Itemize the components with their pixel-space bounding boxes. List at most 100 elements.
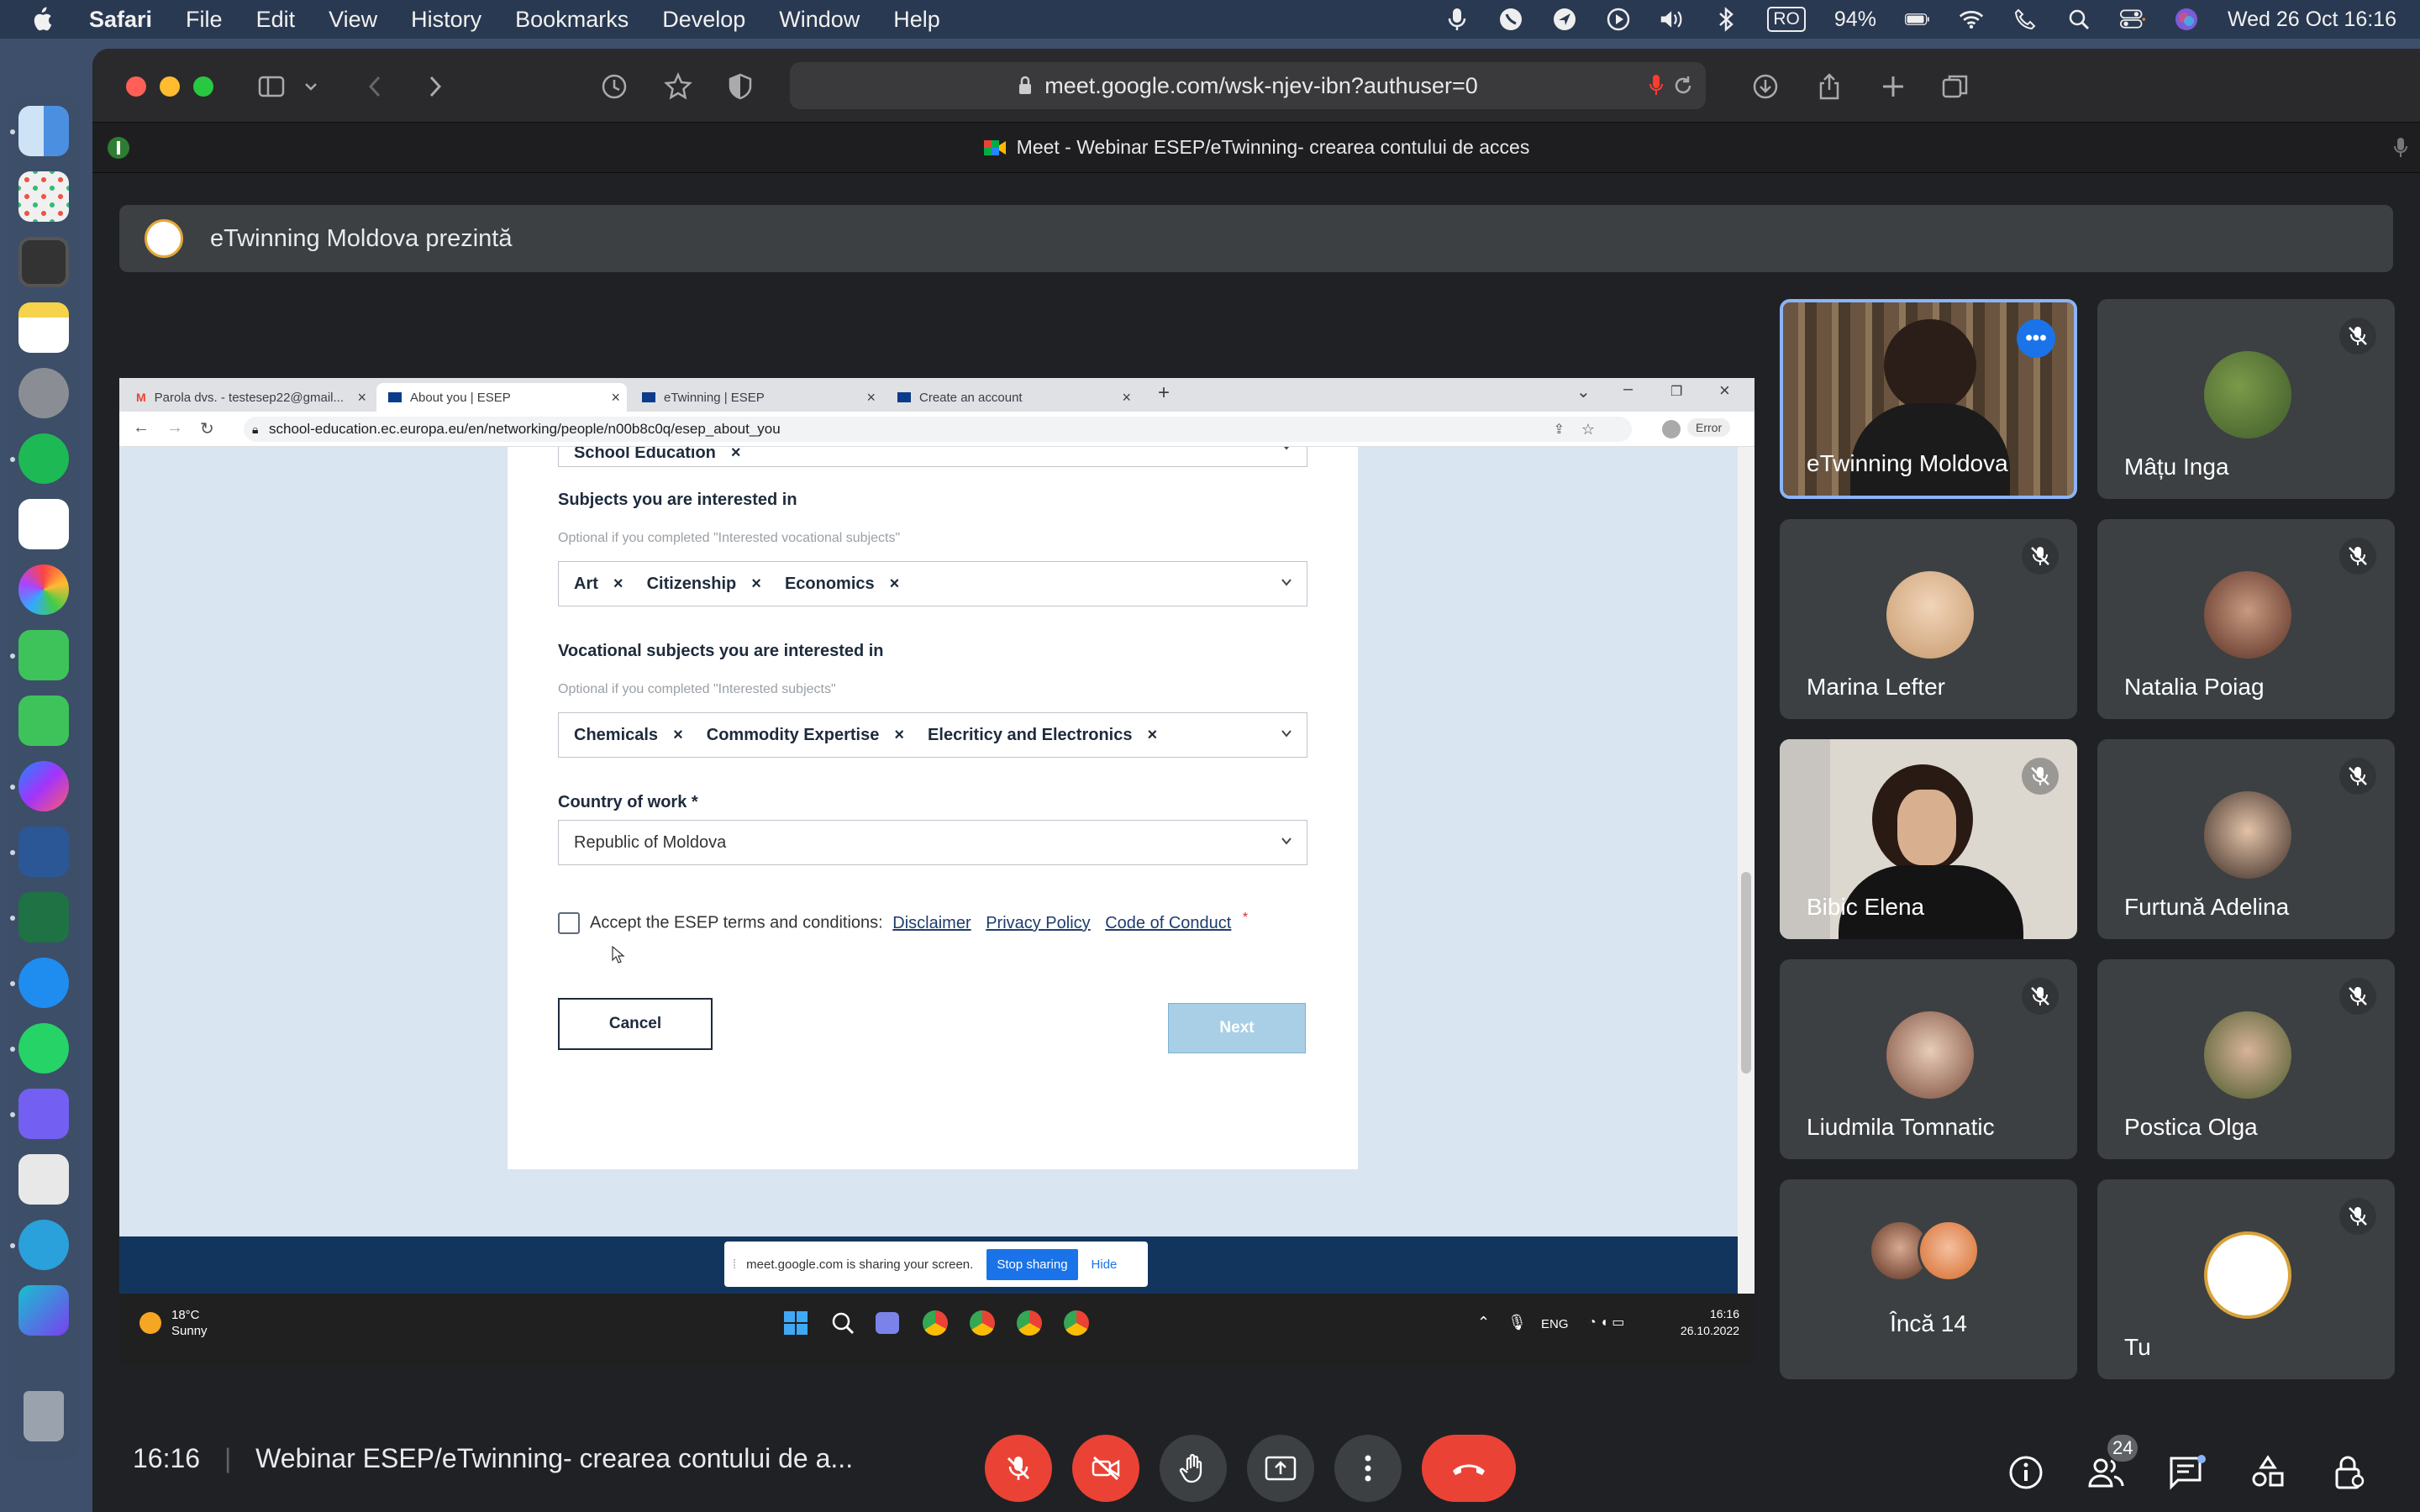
chip-remove-icon[interactable]: × xyxy=(751,575,761,593)
tab-search-chevron-icon[interactable]: ⌄ xyxy=(1576,381,1591,402)
page-scrollbar[interactable] xyxy=(1738,447,1754,1294)
spotify-icon[interactable] xyxy=(18,433,69,484)
chrome-tab-create-account[interactable]: Create an account × xyxy=(886,383,1138,412)
chat-button[interactable] xyxy=(2168,1453,2207,1492)
menu-develop[interactable]: Develop xyxy=(662,7,745,33)
chrome-close-icon[interactable]: × xyxy=(1719,380,1730,402)
bookmark-star-icon[interactable] xyxy=(664,72,692,101)
menu-file[interactable]: File xyxy=(186,7,223,33)
education-field[interactable]: School Education × xyxy=(558,447,1307,467)
stop-sharing-button[interactable]: Stop sharing xyxy=(986,1248,1078,1280)
profile-avatar[interactable] xyxy=(1662,420,1681,438)
volume-icon[interactable] xyxy=(1660,7,1685,32)
chrome-tab-gmail[interactable]: M Parola dvs. - testesep22@gmail... × xyxy=(124,383,373,412)
close-window-button[interactable] xyxy=(126,76,146,97)
clock-datetime[interactable]: Wed 26 Oct 16:16 xyxy=(2228,8,2396,32)
safari-icon[interactable] xyxy=(18,958,69,1008)
cancel-button[interactable]: Cancel xyxy=(558,998,713,1050)
wifi-icon[interactable] xyxy=(1959,7,1984,32)
launchpad-icon[interactable] xyxy=(18,171,69,222)
printer-icon[interactable] xyxy=(18,1154,69,1205)
taskbar-search-icon[interactable] xyxy=(830,1310,855,1336)
chip-remove-icon[interactable]: × xyxy=(673,726,683,744)
play-circle-icon[interactable] xyxy=(1606,7,1631,32)
close-tab-icon[interactable]: × xyxy=(866,389,876,407)
chrome-tab-etwinning[interactable]: eTwinning | ESEP × xyxy=(630,383,882,412)
host-controls-button[interactable] xyxy=(2329,1453,2368,1492)
chrome-url-field[interactable]: 🔒︎ school-education.ec.europa.eu/en/netw… xyxy=(244,417,1632,442)
chip-remove-icon[interactable]: × xyxy=(894,726,904,744)
messages-icon[interactable] xyxy=(18,630,69,680)
chevron-down-icon[interactable] xyxy=(1280,727,1293,740)
chip-remove-icon[interactable]: × xyxy=(1147,726,1157,744)
siri-icon[interactable] xyxy=(2174,7,2199,32)
leave-call-button[interactable] xyxy=(1422,1435,1516,1502)
chrome-reload-icon[interactable]: ↻ xyxy=(200,418,214,439)
tray-language[interactable]: ENG xyxy=(1541,1317,1569,1331)
chrome-taskbar-icon[interactable] xyxy=(970,1310,995,1336)
menu-bookmarks[interactable]: Bookmarks xyxy=(515,7,629,33)
chevron-down-icon[interactable] xyxy=(1280,447,1293,453)
privacy-policy-link[interactable]: Privacy Policy xyxy=(986,914,1090,932)
privacy-shield-icon[interactable] xyxy=(726,72,755,101)
control-center-icon[interactable] xyxy=(2119,7,2145,32)
menu-edit[interactable]: Edit xyxy=(256,7,296,33)
extension-icon[interactable] xyxy=(106,135,131,160)
more-options-icon[interactable]: ••• xyxy=(2017,319,2055,358)
chevron-down-icon[interactable] xyxy=(1280,834,1293,848)
tray-mic-icon[interactable]: 🎙︎ xyxy=(1507,1314,1527,1331)
photos-icon[interactable] xyxy=(18,564,69,615)
close-tab-icon[interactable]: × xyxy=(1122,389,1131,407)
windows-start-icon[interactable] xyxy=(783,1310,808,1336)
hide-notice-button[interactable]: Hide xyxy=(1092,1257,1118,1272)
excel-icon[interactable] xyxy=(18,892,69,942)
participant-tile-self[interactable]: Tu xyxy=(2097,1179,2395,1379)
apple-logo-icon[interactable] xyxy=(30,7,52,32)
toggle-camera-button[interactable] xyxy=(1072,1435,1139,1502)
taskbar-clock[interactable]: 16:16 26.10.2022 xyxy=(1672,1305,1739,1339)
sun-weather-icon[interactable] xyxy=(139,1312,161,1334)
drag-handle-icon[interactable]: ⁞ xyxy=(733,1257,736,1272)
scrollbar-thumb[interactable] xyxy=(1741,872,1751,1074)
viber-icon[interactable] xyxy=(18,1089,69,1139)
vocational-multiselect[interactable]: Chemicals × Commodity Expertise × Elecriti… xyxy=(558,712,1307,758)
participant-tile-natalia-poiag[interactable]: Natalia Poiag xyxy=(2097,519,2395,719)
menu-app-safari[interactable]: Safari xyxy=(89,7,152,33)
tray-chevron-up-icon[interactable]: ⌃ xyxy=(1477,1314,1490,1331)
new-tab-plus-icon[interactable] xyxy=(1879,72,1907,101)
address-bar[interactable]: meet.google.com/wsk-njev-ibn?authuser=0 xyxy=(790,62,1706,109)
tab-mic-icon[interactable] xyxy=(2393,137,2408,159)
sidebar-toggle-icon[interactable] xyxy=(257,72,286,101)
participant-tile-bibic-elena[interactable]: Bibic Elena xyxy=(1780,739,2077,939)
back-arrow-icon[interactable] xyxy=(361,72,390,101)
participant-tile-liudmila-tomnatic[interactable]: Liudmila Tomnatic xyxy=(1780,959,2077,1159)
reminders-icon[interactable] xyxy=(18,499,69,549)
activities-button[interactable] xyxy=(2249,1453,2287,1492)
input-source-badge[interactable]: RO xyxy=(1767,7,1806,32)
mic-active-icon[interactable] xyxy=(1649,74,1664,97)
menu-help[interactable]: Help xyxy=(893,7,940,33)
code-of-conduct-link[interactable]: Code of Conduct xyxy=(1105,914,1231,932)
terms-checkbox[interactable] xyxy=(558,912,580,934)
canva-icon[interactable] xyxy=(18,1285,69,1336)
chrome-tab-about-you[interactable]: About you | ESEP × xyxy=(376,383,627,412)
toggle-mic-button[interactable] xyxy=(985,1435,1052,1502)
disclaimer-link[interactable]: Disclaimer xyxy=(892,914,971,932)
microphone-icon[interactable] xyxy=(1444,7,1470,32)
reload-icon[interactable] xyxy=(1672,75,1694,97)
bluetooth-icon[interactable] xyxy=(1713,7,1739,32)
messenger-icon[interactable] xyxy=(18,761,69,811)
chrome-back-icon[interactable]: ← xyxy=(133,418,150,438)
chrome-taskbar-icon[interactable] xyxy=(923,1310,948,1336)
chip-remove-icon[interactable]: × xyxy=(731,447,741,462)
facetime-icon[interactable] xyxy=(18,696,69,746)
notes-icon[interactable] xyxy=(18,302,69,353)
system-preferences-icon[interactable] xyxy=(18,368,69,418)
zoom-window-button[interactable] xyxy=(193,76,213,97)
participant-tile-postica-olga[interactable]: Postica Olga xyxy=(2097,959,2395,1159)
chevron-down-icon[interactable] xyxy=(1280,575,1293,589)
chrome-taskbar-icon[interactable] xyxy=(1064,1310,1089,1336)
chevron-down-icon[interactable] xyxy=(302,72,319,101)
telegram-icon[interactable] xyxy=(18,1220,69,1270)
active-tab-title[interactable]: Meet - Webinar ESEP/eTwinning- crearea c… xyxy=(1017,136,1530,159)
